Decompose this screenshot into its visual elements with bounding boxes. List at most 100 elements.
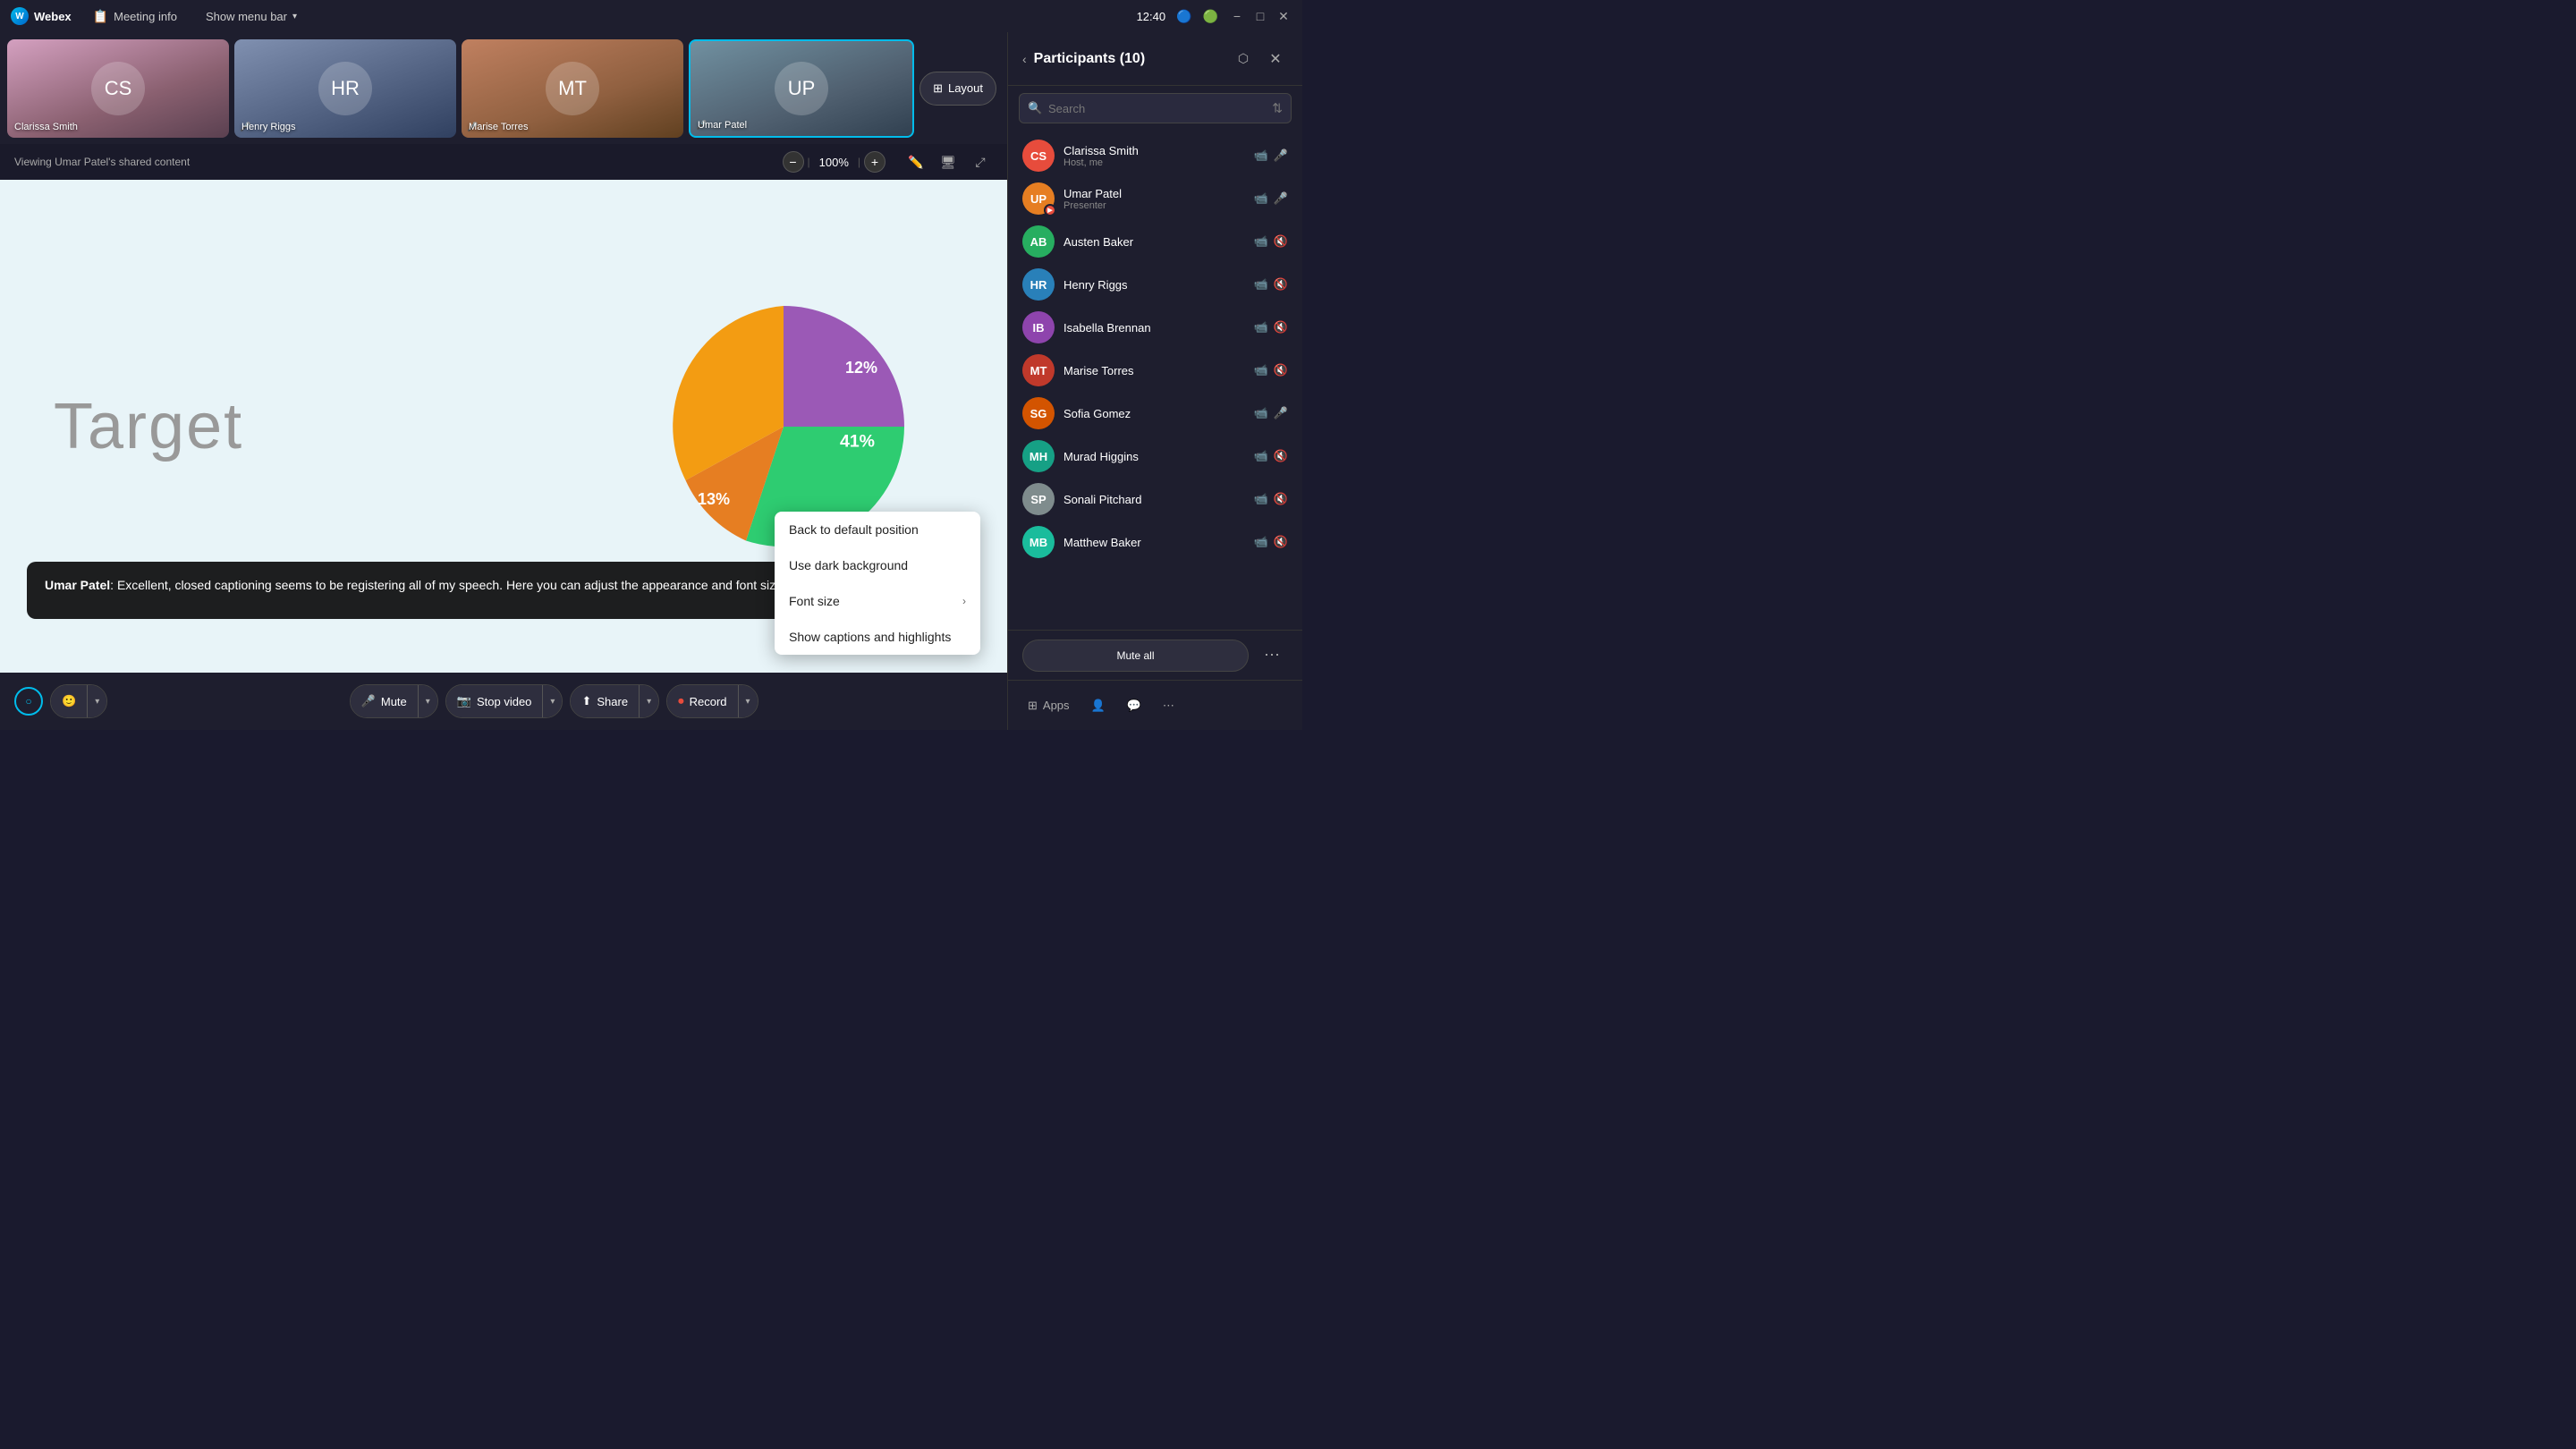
video-icon-henry: 📹 <box>1254 277 1268 292</box>
close-button[interactable]: ✕ <box>1275 8 1292 24</box>
participants-panel: ‹ Participants (10) ⬡ ✕ 🔍 ⇅ CS Clarissa … <box>1007 32 1302 730</box>
participant-info-henry: Henry Riggs <box>1063 278 1245 292</box>
thumbnail-umar-patel[interactable]: UP 🎤 Umar Patel <box>689 39 914 138</box>
mic-icon-umar: 🎤 <box>1274 191 1288 206</box>
close-icon: ✕ <box>1278 9 1289 24</box>
context-menu-label-font: Font size <box>789 594 840 608</box>
avatar-marise: MT <box>1022 354 1055 386</box>
thumbnail-marise-torres[interactable]: MT 🎤 Marise Torres <box>462 39 683 138</box>
share-caret[interactable]: ▾ <box>640 685 658 717</box>
record-combo-btn: ⏺ Record ▾ <box>666 684 758 718</box>
panel-collapse-icon[interactable]: ‹ <box>1022 52 1027 66</box>
content-area: CS Clarissa Smith HR 🎤 Henry Riggs MT 🎤 … <box>0 32 1007 730</box>
participant-controls-sonali: 📹 🔇 <box>1254 492 1288 506</box>
video-caret[interactable]: ▾ <box>543 685 562 717</box>
mute-all-button[interactable]: Mute all <box>1022 640 1249 672</box>
mic-muted-icon-austen: 🔇 <box>1274 234 1288 249</box>
search-input[interactable] <box>1019 93 1292 123</box>
thumbnail-henry-riggs[interactable]: HR 🎤 Henry Riggs <box>234 39 456 138</box>
reactions-icon: 🙂 <box>62 694 76 708</box>
participant-name-sofia: Sofia Gomez <box>1063 407 1245 420</box>
thumbnail-clarissa-smith[interactable]: CS Clarissa Smith <box>7 39 229 138</box>
titlebar-icon-2: 🟢 <box>1203 9 1218 24</box>
zoom-plus-icon: + <box>871 155 878 169</box>
participant-item-clarissa-smith[interactable]: CS Clarissa Smith Host, me 📹 🎤 <box>1008 134 1302 177</box>
viewing-bar: Viewing Umar Patel's shared content − | … <box>0 144 1007 180</box>
thumbnail-label-umar: Umar Patel <box>698 120 747 131</box>
video-icon-marise: 📹 <box>1254 363 1268 377</box>
share-combo-btn: ⬆ Share ▾ <box>570 684 659 718</box>
participant-item-sofia-gomez[interactable]: SG Sofia Gomez 📹 🎤 <box>1008 392 1302 435</box>
shared-content-area: Viewing Umar Patel's shared content − | … <box>0 144 1007 730</box>
titlebar: W Webex 📋 Meeting info Show menu bar ▾ 1… <box>0 0 1302 32</box>
record-caret[interactable]: ▾ <box>739 685 758 717</box>
search-box: 🔍 ⇅ <box>1019 93 1292 123</box>
panel-title-text: Participants (10) <box>1034 51 1145 67</box>
zoom-out-button[interactable]: − <box>783 151 804 173</box>
reactions-button[interactable]: 🙂 <box>51 685 88 717</box>
stop-video-button[interactable]: 📷 Stop video <box>446 685 544 717</box>
toolbar-left: ○ 🙂 ▾ <box>14 684 107 718</box>
participant-item-henry-riggs[interactable]: HR Henry Riggs 📹 🔇 <box>1008 263 1302 306</box>
meeting-info-button[interactable]: 📋 Meeting info <box>86 6 184 27</box>
panel-popout-button[interactable]: ⬡ <box>1231 47 1256 72</box>
mute-caret[interactable]: ▾ <box>419 685 437 717</box>
mic-icon: 🎤 <box>361 694 376 708</box>
search-icon: 🔍 <box>1028 101 1042 115</box>
context-menu-item-dark-background[interactable]: Use dark background <box>775 547 980 583</box>
titlebar-right: 12:40 🔵 🟢 − □ ✕ <box>1137 8 1292 24</box>
video-icon-sonali: 📹 <box>1254 492 1268 506</box>
meeting-info-label: Meeting info <box>114 10 177 23</box>
chat-icon-button[interactable]: 💬 <box>1118 693 1150 718</box>
viewing-icons: ✏️ 🖥 ⤢ <box>903 149 993 174</box>
bottom-toolbar: ○ 🙂 ▾ 🎤 Mute ▾ <box>0 673 1007 730</box>
reactions-caret[interactable]: ▾ <box>88 685 106 717</box>
zoom-minus-icon: − <box>789 155 796 169</box>
panel-header: ‹ Participants (10) ⬡ ✕ <box>1008 32 1302 86</box>
record-button[interactable]: ⏺ Record <box>667 685 738 717</box>
participants-icon-button[interactable]: 👤 <box>1082 693 1114 718</box>
share-icon: ⬆ <box>581 694 591 708</box>
participant-item-marise-torres[interactable]: MT Marise Torres 📹 🔇 <box>1008 349 1302 392</box>
context-menu-item-default-position[interactable]: Back to default position <box>775 512 980 547</box>
people-icon: 👤 <box>1091 699 1106 713</box>
maximize-button[interactable]: □ <box>1252 8 1268 24</box>
video-icon-murad: 📹 <box>1254 449 1268 463</box>
context-menu-label-captions: Show captions and highlights <box>789 630 951 644</box>
reactions-combo-btn: 🙂 ▾ <box>50 684 107 718</box>
titlebar-left: W Webex 📋 Meeting info Show menu bar ▾ <box>11 6 1123 27</box>
context-menu-item-font-size[interactable]: Font size › <box>775 583 980 619</box>
participant-name-marise: Marise Torres <box>1063 364 1245 377</box>
zoom-in-button[interactable]: + <box>864 151 886 173</box>
participant-item-isabella-brennan[interactable]: IB Isabella Brennan 📹 🔇 <box>1008 306 1302 349</box>
participant-item-umar-patel[interactable]: UP ▶ Umar Patel Presenter 📹 🎤 <box>1008 177 1302 220</box>
minimize-button[interactable]: − <box>1229 8 1245 24</box>
context-menu-label-dark: Use dark background <box>789 558 908 572</box>
show-menu-button[interactable]: Show menu bar ▾ <box>199 7 304 26</box>
layout-button[interactable]: ⊞ Layout <box>919 72 996 106</box>
participant-name-murad: Murad Higgins <box>1063 450 1245 463</box>
more-icon: ⋯ <box>1163 699 1174 713</box>
participant-item-murad-higgins[interactable]: MH Murad Higgins 📹 🔇 <box>1008 435 1302 478</box>
sort-button[interactable]: ⇅ <box>1272 101 1283 116</box>
pencil-icon-btn[interactable]: ✏️ <box>903 149 928 174</box>
participant-item-sonali-pitchard[interactable]: SP Sonali Pitchard 📹 🔇 <box>1008 478 1302 521</box>
participant-role-umar: Presenter <box>1063 200 1245 211</box>
participant-item-matthew-baker[interactable]: MB Matthew Baker 📹 🔇 <box>1008 521 1302 564</box>
share-button[interactable]: ⬆ Share <box>571 685 640 717</box>
activity-indicator[interactable]: ○ <box>14 687 43 716</box>
panel-more-options-button[interactable]: ⋯ <box>1256 640 1288 672</box>
video-icon: 📷 <box>457 694 471 708</box>
more-icon-button[interactable]: ⋯ <box>1154 693 1183 718</box>
apps-button[interactable]: ⊞ Apps <box>1019 693 1079 718</box>
participant-info-murad: Murad Higgins <box>1063 450 1245 463</box>
participant-item-austen-baker[interactable]: AB Austen Baker 📹 🔇 <box>1008 220 1302 263</box>
mute-button[interactable]: 🎤 Mute <box>351 685 419 717</box>
participant-controls-isabella: 📹 🔇 <box>1254 320 1288 335</box>
avatar-isabella: IB <box>1022 311 1055 343</box>
fullscreen-icon-btn[interactable]: ⤢ <box>968 149 993 174</box>
screen-icon-btn[interactable]: 🖥 <box>936 149 961 174</box>
context-menu-item-show-captions[interactable]: Show captions and highlights <box>775 619 980 655</box>
panel-close-button[interactable]: ✕ <box>1263 47 1288 72</box>
avatar-murad: MH <box>1022 440 1055 472</box>
